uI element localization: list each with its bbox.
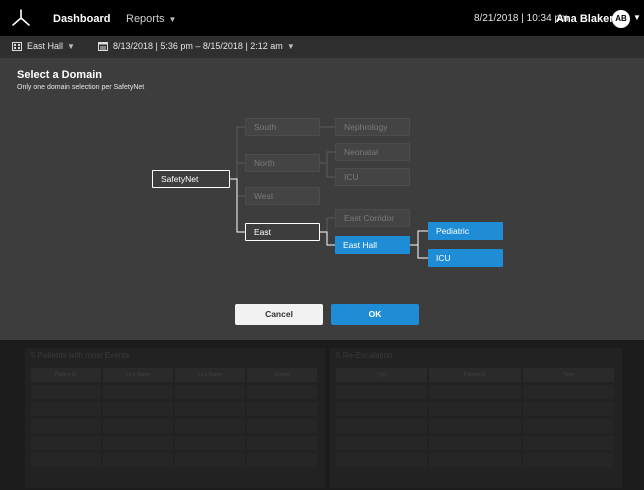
column-header: Events (247, 368, 317, 382)
date-range-label: 8/13/2018 | 5:36 pm – 8/15/2018 | 2:12 a… (113, 41, 283, 51)
dashboard-background: 5 Patients with most Events Patient ID F… (0, 340, 644, 490)
user-name[interactable]: Ana Blaker (556, 13, 613, 25)
column-header: Patient ID (429, 368, 521, 382)
domain-node-east-hall-icu[interactable]: ICU (428, 249, 503, 267)
table-row (31, 419, 319, 433)
table-row (336, 436, 616, 450)
nav-reports-label: Reports (126, 13, 165, 25)
domain-node-neonatal[interactable]: Neonatal (335, 143, 410, 161)
domain-node-north[interactable]: North (245, 154, 320, 172)
domain-node-west[interactable]: West (245, 187, 320, 205)
table-row (336, 402, 616, 416)
top-patients-table: Patient ID First Name Last Name Events (31, 368, 319, 470)
caret-down-icon: ▼ (286, 41, 295, 51)
calendar-icon (98, 41, 108, 51)
table-row (336, 453, 616, 467)
ok-button[interactable]: OK (331, 304, 419, 325)
unit-filter-label: East Hall (27, 41, 64, 51)
domain-node-south[interactable]: South (245, 118, 320, 136)
domain-node-east-corridor[interactable]: East Corridor (335, 209, 410, 227)
re-escalation-table: Type Patient ID Time (336, 368, 616, 470)
current-datetime: 8/21/2018 | 10:34 pm (474, 13, 569, 24)
select-domain-modal: Select a Domain Only one domain selectio… (0, 58, 644, 340)
domain-node-east[interactable]: East (245, 223, 320, 241)
column-header: First Name (103, 368, 173, 382)
top-navigation-bar: Dashboard Reports ▼ 8/21/2018 | 10:34 pm … (0, 0, 644, 36)
re-escalation-panel: 5 Re-Escalation Type Patient ID Time (330, 348, 622, 488)
column-header: Type (336, 368, 428, 382)
nav-reports[interactable]: Reports ▼ (126, 13, 176, 25)
domain-node-north-icu[interactable]: ICU (335, 168, 410, 186)
re-escalation-title: 5 Re-Escalation (336, 351, 393, 360)
cancel-button[interactable]: Cancel (235, 304, 323, 325)
table-header-row: Type Patient ID Time (336, 368, 616, 382)
domain-node-safetynet[interactable]: SafetyNet (152, 170, 230, 188)
table-row (336, 385, 616, 399)
table-row (336, 419, 616, 433)
top-patients-panel: 5 Patients with most Events Patient ID F… (25, 348, 325, 488)
date-range-dropdown[interactable]: 8/13/2018 | 5:36 pm – 8/15/2018 | 2:12 a… (98, 41, 295, 51)
table-header-row: Patient ID First Name Last Name Events (31, 368, 319, 382)
table-row (31, 402, 319, 416)
filter-bar: East Hall ▼ 8/13/2018 | 5:36 pm – 8/15/2… (0, 36, 644, 58)
nav-dashboard[interactable]: Dashboard (53, 13, 110, 25)
table-row (31, 385, 319, 399)
building-icon (12, 41, 22, 51)
domain-node-east-hall[interactable]: East Hall (335, 236, 410, 254)
app-logo-icon[interactable] (11, 8, 31, 28)
caret-down-icon: ▼ (168, 15, 177, 24)
table-row (31, 436, 319, 450)
caret-down-icon: ▼ (67, 41, 75, 51)
unit-filter-dropdown[interactable]: East Hall ▼ (12, 41, 75, 51)
column-header: Patient ID (31, 368, 101, 382)
table-row (31, 453, 319, 467)
avatar[interactable]: AB (612, 10, 630, 28)
top-patients-title: 5 Patients with most Events (31, 351, 130, 360)
column-header: Last Name (175, 368, 245, 382)
column-header: Time (522, 368, 614, 382)
domain-tree-connectors (230, 126, 428, 259)
domain-node-pediatric[interactable]: Pediatric (428, 222, 503, 240)
domain-node-nephrology[interactable]: Nephrology (335, 118, 410, 136)
user-menu-caret-icon[interactable]: ▼ (633, 13, 641, 22)
